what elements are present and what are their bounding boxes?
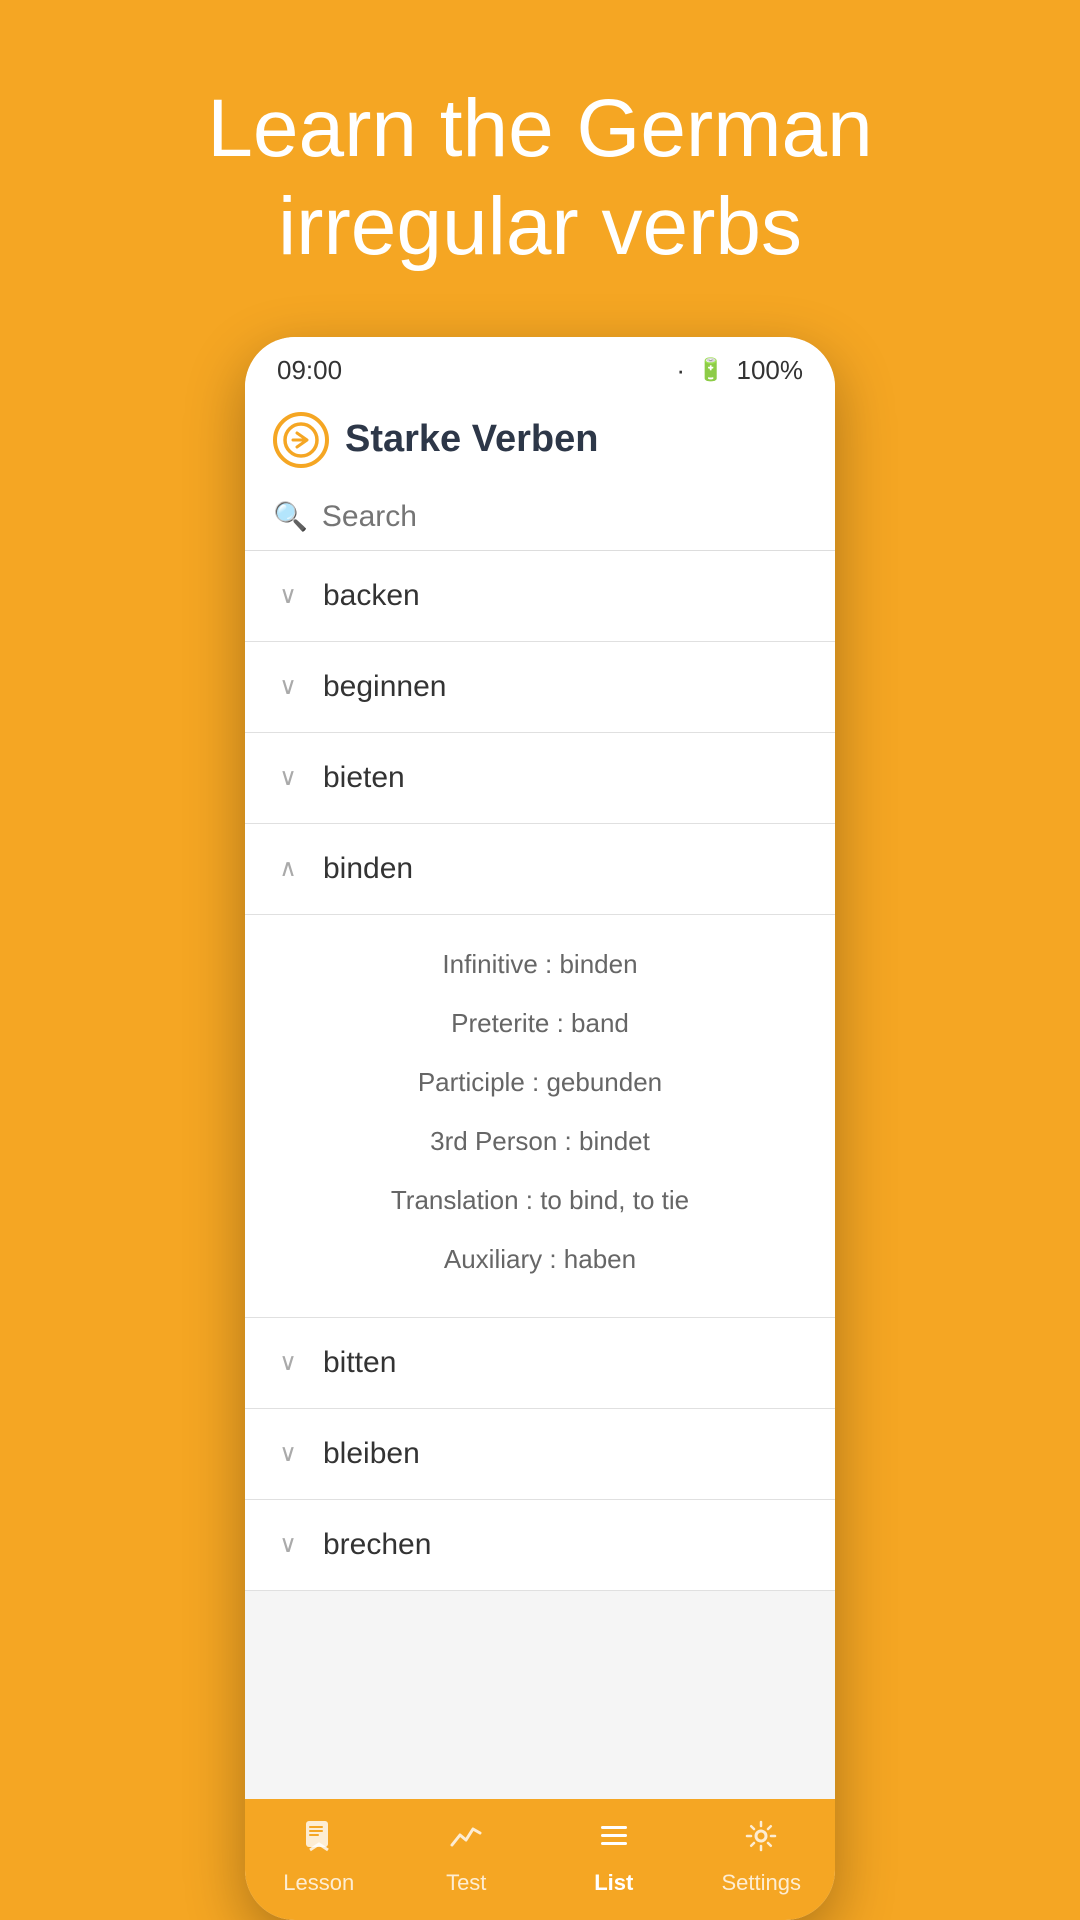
chevron-down-icon: ∨ <box>273 581 303 610</box>
gear-icon <box>742 1817 780 1864</box>
verb-name: backen <box>323 579 420 613</box>
verb-name: brechen <box>323 1528 431 1562</box>
list-item[interactable]: ∨ bieten <box>245 733 835 824</box>
nav-test[interactable]: Test <box>416 1817 516 1896</box>
phone-frame: 09:00 · 🔋 100% Starke Verben 🔍 ∨ backen <box>245 337 835 1920</box>
search-input[interactable] <box>322 500 807 534</box>
chevron-up-icon: ∧ <box>273 854 303 883</box>
nav-list[interactable]: List <box>564 1817 664 1896</box>
list-item[interactable]: ∨ bleiben <box>245 1409 835 1500</box>
verb-name: bleiben <box>323 1437 420 1471</box>
app-header: Starke Verben <box>245 396 835 488</box>
chevron-down-icon: ∨ <box>273 1348 303 1377</box>
verb-list: ∨ backen ∨ beginnen ∨ bieten ∧ binden In… <box>245 551 835 1799</box>
verb-name: bieten <box>323 761 405 795</box>
list-item[interactable]: ∨ brechen <box>245 1500 835 1591</box>
verb-detail-preterite: Preterite : band <box>273 994 807 1053</box>
verb-name: binden <box>323 852 413 886</box>
status-bar: 09:00 · 🔋 100% <box>245 337 835 396</box>
battery-level: 100% <box>737 355 804 386</box>
nav-settings-label: Settings <box>722 1870 802 1896</box>
list-item[interactable]: ∨ beginnen <box>245 642 835 733</box>
status-time: 09:00 <box>277 355 342 386</box>
verb-detail-auxiliary: Auxiliary : haben <box>273 1230 807 1289</box>
chevron-down-icon: ∨ <box>273 1439 303 1468</box>
verb-detail-3rd-person: 3rd Person : bindet <box>273 1112 807 1171</box>
verb-detail-infinitive: Infinitive : binden <box>273 935 807 994</box>
nav-list-label: List <box>594 1870 633 1896</box>
verb-detail-translation: Translation : to bind, to tie <box>273 1171 807 1230</box>
list-item[interactable]: ∨ bitten <box>245 1318 835 1409</box>
nav-lesson[interactable]: Lesson <box>269 1817 369 1896</box>
search-icon: 🔍 <box>273 500 308 533</box>
nav-settings[interactable]: Settings <box>711 1817 811 1896</box>
verb-detail-participle: Participle : gebunden <box>273 1053 807 1112</box>
bottom-nav: Lesson Test List <box>245 1799 835 1920</box>
verb-detail-panel: Infinitive : binden Preterite : band Par… <box>245 915 835 1318</box>
chevron-down-icon: ∨ <box>273 672 303 701</box>
verb-name: beginnen <box>323 670 446 704</box>
app-title: Starke Verben <box>345 418 598 461</box>
chevron-down-icon: ∨ <box>273 763 303 792</box>
list-item[interactable]: ∧ binden <box>245 824 835 915</box>
list-icon <box>595 1817 633 1864</box>
status-right: · 🔋 100% <box>676 355 803 386</box>
verb-name: bitten <box>323 1346 396 1380</box>
app-logo <box>273 412 329 468</box>
test-icon <box>447 1817 485 1864</box>
lesson-icon <box>300 1817 338 1864</box>
nav-lesson-label: Lesson <box>283 1870 354 1896</box>
nav-test-label: Test <box>446 1870 486 1896</box>
battery-icon: 🔋 <box>697 357 724 383</box>
search-bar[interactable]: 🔍 <box>245 488 835 551</box>
signal-icon: · <box>676 355 685 386</box>
hero-title: Learn the German irregular verbs <box>0 80 1080 277</box>
chevron-down-icon: ∨ <box>273 1530 303 1559</box>
list-item[interactable]: ∨ backen <box>245 551 835 642</box>
